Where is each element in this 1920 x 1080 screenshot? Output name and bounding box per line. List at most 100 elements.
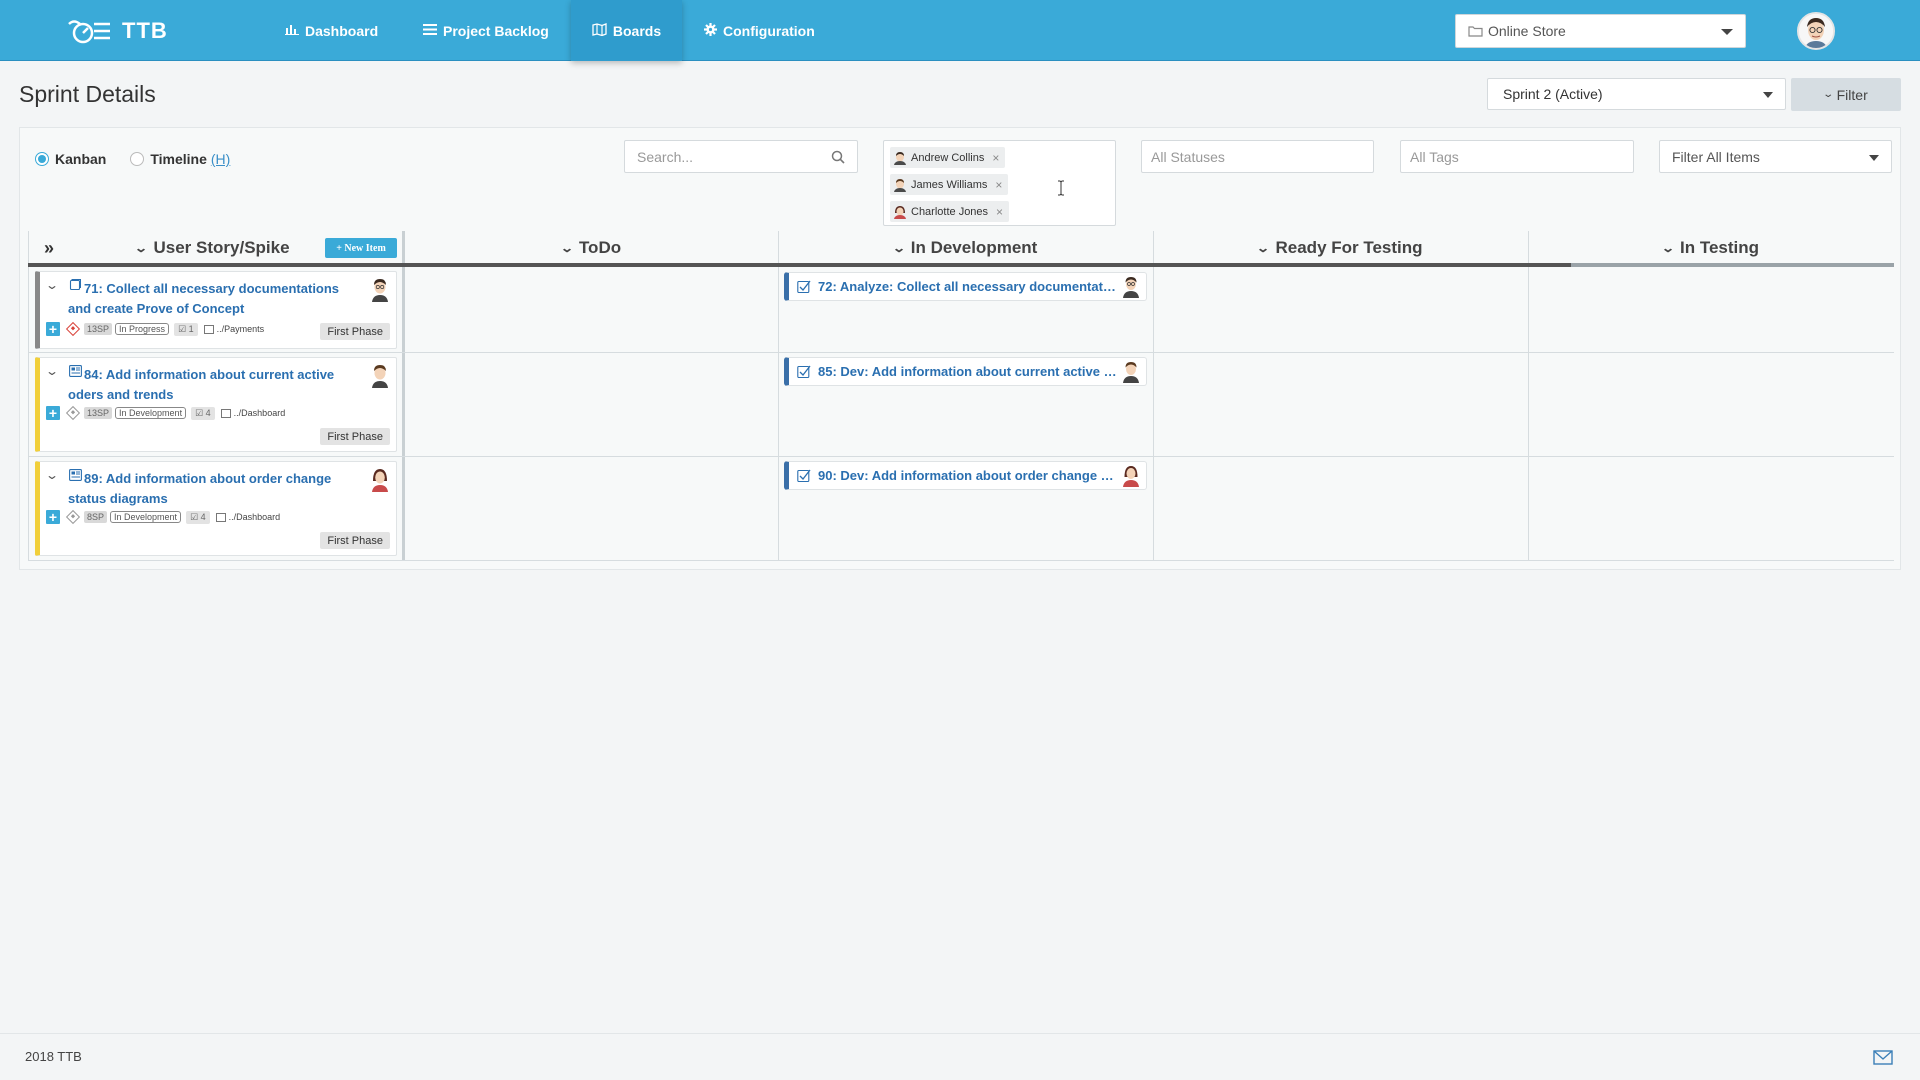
kanban-radio[interactable] bbox=[35, 152, 49, 166]
assignee-name: Charlotte Jones bbox=[911, 205, 989, 218]
status-badge: In Development bbox=[110, 511, 182, 523]
story-title[interactable]: 71: Collect all necessary documentations… bbox=[68, 279, 358, 319]
module-path: ../Dashboard bbox=[228, 512, 281, 522]
tag-filter-placeholder: All Tags bbox=[1410, 148, 1459, 165]
story-points-badge: 13SP bbox=[84, 407, 113, 419]
story-card[interactable]: ⌄ 84: Add information about current acti… bbox=[35, 357, 397, 452]
remove-icon[interactable]: × bbox=[995, 178, 1002, 192]
phase-badge: First Phase bbox=[320, 323, 390, 340]
search-placeholder: Search... bbox=[637, 148, 694, 165]
timeline-radio[interactable] bbox=[130, 152, 145, 166]
row-divider bbox=[28, 352, 1894, 353]
status-badge: In Progress bbox=[115, 323, 170, 335]
task-count-badge: ☑ 1 bbox=[174, 322, 198, 336]
add-task-button[interactable]: + bbox=[46, 322, 60, 336]
column-header-in-testing[interactable]: ⌄ In Testing bbox=[1528, 231, 1894, 264]
chevron-down-icon: ⌄ bbox=[134, 240, 149, 255]
add-task-button[interactable]: + bbox=[46, 510, 60, 524]
assignee-name: James Williams bbox=[911, 178, 988, 191]
female-avatar-icon[interactable] bbox=[1122, 465, 1140, 487]
story-title[interactable]: 89: Add information about order change s… bbox=[68, 469, 358, 509]
view-toggle: Kanban Timeline (H) bbox=[35, 151, 230, 167]
row-divider bbox=[28, 560, 1894, 561]
search-icon[interactable] bbox=[831, 150, 845, 167]
remove-icon[interactable]: × bbox=[996, 205, 1003, 219]
footer: 2018 TTB bbox=[0, 1033, 1920, 1080]
nav-project-backlog[interactable]: Project Backlog bbox=[423, 0, 549, 61]
filter-button[interactable]: ⌄ Filter bbox=[1791, 78, 1901, 111]
column-header-user-story[interactable]: ⌄ User Story/Spike bbox=[103, 231, 323, 264]
mail-icon[interactable] bbox=[1873, 1050, 1893, 1065]
task-count-badge: ☑ 4 bbox=[191, 406, 215, 420]
column-title: In Development bbox=[910, 237, 1038, 257]
male-avatar-icon[interactable] bbox=[1122, 361, 1140, 383]
story-points-badge: 13SP bbox=[84, 323, 113, 335]
story-card[interactable]: ⌄ 71: Collect all necessary documentatio… bbox=[35, 271, 397, 349]
text-cursor-icon bbox=[1058, 180, 1064, 196]
chevron-down-icon[interactable]: ⌄ bbox=[45, 364, 59, 378]
nav-boards-label: Boards bbox=[612, 22, 662, 39]
brand-logo[interactable]: TTB bbox=[66, 16, 168, 46]
new-item-button[interactable]: + New Item bbox=[325, 238, 397, 258]
items-filter-select[interactable]: Filter All Items bbox=[1659, 140, 1892, 173]
column-title: Ready For Testing bbox=[1275, 237, 1423, 257]
tag-filter[interactable]: All Tags bbox=[1400, 140, 1634, 173]
top-navbar: TTB Dashboard Project Backlog Boards Con… bbox=[0, 0, 1920, 61]
task-count-badge: ☑ 4 bbox=[186, 510, 210, 524]
kanban-board: » ⌄ User Story/Spike + New Item ⌄ ToDo ⌄… bbox=[28, 231, 1894, 561]
story-title[interactable]: 84: Add information about current active… bbox=[68, 365, 358, 405]
sprint-select[interactable]: Sprint 2 (Active) bbox=[1487, 78, 1786, 110]
phase-badge: First Phase bbox=[320, 532, 390, 549]
assignee-filter[interactable]: Andrew Collins × James Williams × Charlo… bbox=[883, 140, 1116, 226]
story-meta: + 13SP In Development ☑ 4 ../Dashboard bbox=[46, 405, 285, 421]
nav-boards[interactable]: Boards bbox=[571, 0, 682, 61]
search-input[interactable]: Search... bbox=[624, 140, 858, 173]
add-task-button[interactable]: + bbox=[46, 406, 60, 420]
column-divider bbox=[402, 231, 405, 561]
priority-icon bbox=[65, 405, 81, 421]
assignee-chip: Charlotte Jones × bbox=[890, 201, 1010, 222]
assignee-chip: Andrew Collins × bbox=[890, 147, 1006, 168]
kanban-label[interactable]: Kanban bbox=[55, 151, 106, 167]
column-header-ready-for-testing[interactable]: ⌄ Ready For Testing bbox=[1153, 231, 1528, 264]
column-header-in-development[interactable]: ⌄ In Development bbox=[778, 231, 1153, 264]
nav-dashboard[interactable]: Dashboard bbox=[285, 0, 378, 61]
male-avatar-icon[interactable] bbox=[371, 364, 389, 388]
female-avatar-icon bbox=[894, 205, 906, 219]
column-divider bbox=[28, 231, 29, 561]
project-select[interactable]: Online Store bbox=[1455, 14, 1746, 48]
user-avatar[interactable] bbox=[1797, 12, 1835, 50]
filter-button-label: Filter bbox=[1836, 86, 1868, 103]
nav-configuration[interactable]: Configuration bbox=[704, 0, 815, 61]
sprint-select-value: Sprint 2 (Active) bbox=[1503, 86, 1603, 102]
task-title[interactable]: 85: Dev: Add information about current a… bbox=[818, 364, 1118, 379]
task-card[interactable]: 72: Analyze: Collect all necessary docum… bbox=[784, 272, 1147, 301]
chevron-down-icon: ⌄ bbox=[891, 240, 906, 255]
task-icon bbox=[797, 365, 811, 378]
items-filter-value: Filter All Items bbox=[1672, 148, 1760, 165]
chevron-down-icon[interactable]: ⌄ bbox=[45, 468, 59, 482]
male-avatar-icon[interactable] bbox=[371, 278, 389, 302]
task-card[interactable]: 85: Dev: Add information about current a… bbox=[784, 357, 1147, 386]
folder-icon bbox=[220, 408, 231, 418]
column-divider bbox=[1153, 231, 1154, 561]
caret-down-icon bbox=[1763, 92, 1773, 98]
male-avatar-icon[interactable] bbox=[1122, 276, 1140, 298]
timeline-label[interactable]: Timeline bbox=[150, 151, 207, 167]
folder-icon bbox=[203, 324, 214, 334]
expand-all-icon[interactable]: » bbox=[44, 238, 54, 259]
status-filter[interactable]: All Statuses bbox=[1141, 140, 1374, 173]
column-header-todo[interactable]: ⌄ ToDo bbox=[405, 231, 778, 264]
story-points-badge: 8SP bbox=[84, 511, 108, 523]
female-avatar-icon[interactable] bbox=[371, 468, 389, 492]
task-card[interactable]: 90: Dev: Add information about order cha… bbox=[784, 461, 1147, 490]
caret-down-icon bbox=[1721, 29, 1733, 35]
bar-chart-icon bbox=[285, 23, 299, 38]
remove-icon[interactable]: × bbox=[992, 151, 999, 165]
list-icon bbox=[423, 23, 437, 38]
task-title[interactable]: 72: Analyze: Collect all necessary docum… bbox=[818, 279, 1118, 294]
story-card[interactable]: ⌄ 89: Add information about order change… bbox=[35, 461, 397, 556]
task-title[interactable]: 90: Dev: Add information about order cha… bbox=[818, 468, 1118, 483]
row-divider bbox=[28, 456, 1894, 457]
chevron-down-icon[interactable]: ⌄ bbox=[45, 278, 59, 292]
